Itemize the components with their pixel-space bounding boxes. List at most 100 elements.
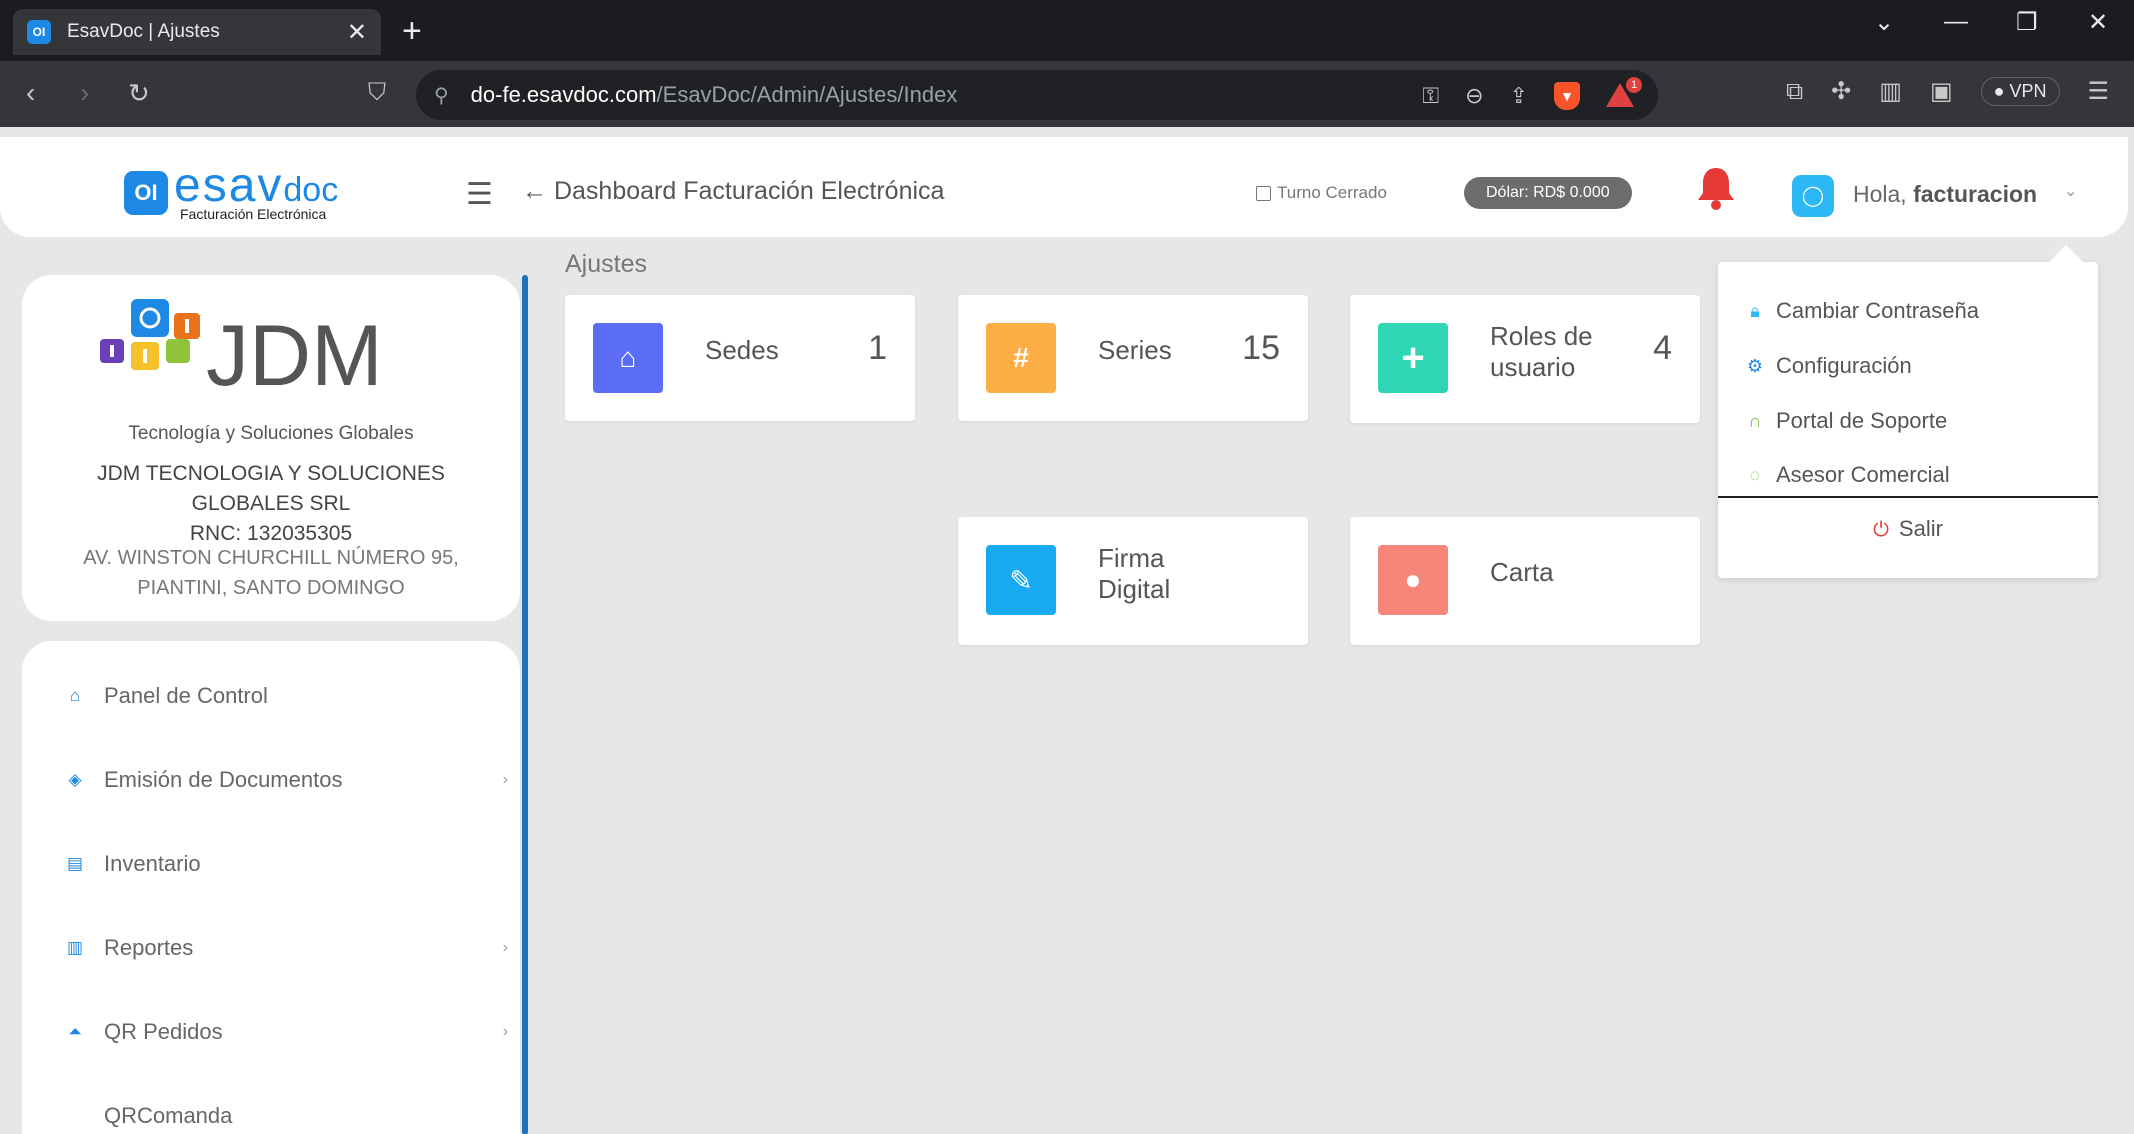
card-label: Firma Digital xyxy=(1098,543,1171,604)
restore-icon[interactable]: ❐ xyxy=(2016,8,2038,37)
back-icon[interactable]: ‹ xyxy=(26,75,35,111)
dashboard-back-link[interactable]: ← Dashboard Facturación Electrónica xyxy=(522,177,944,206)
site-settings-icon[interactable]: ⚲ xyxy=(434,83,449,108)
window-close-icon[interactable]: ✕ xyxy=(2088,8,2108,37)
vpn-button[interactable]: ● VPN xyxy=(1980,77,2060,106)
card-series[interactable]: # Series 15 xyxy=(958,295,1308,421)
card-carta[interactable]: ● Carta xyxy=(1350,517,1700,645)
edit-icon: ✎ xyxy=(986,545,1056,615)
sidebar-item-label: Emisión de Documentos xyxy=(104,767,343,792)
menu-item-label: Portal de Soporte xyxy=(1776,408,1948,433)
key-icon[interactable]: ⚿ xyxy=(1422,83,1439,109)
menu-item-cambiar-contrasena[interactable]: 🔒︎ Cambiar Contraseña xyxy=(1744,298,1979,324)
new-tab-icon[interactable]: + xyxy=(402,14,422,48)
sidebar-item-qrcomanda[interactable]: QRComanda xyxy=(64,1103,508,1129)
menu-item-asesor-comercial[interactable]: ◌ Asesor Comercial xyxy=(1744,462,1950,488)
card-count: 4 xyxy=(1653,329,1672,367)
sidebar-item-reportes[interactable]: ▥ Reportes › xyxy=(64,935,508,961)
power-icon: ⏻ xyxy=(1873,519,1889,541)
sidebar-item-label: Inventario xyxy=(104,851,201,876)
share-icon[interactable]: ⇪ xyxy=(1510,83,1528,109)
chevron-right-icon: › xyxy=(502,771,508,788)
company-rnc: RNC: 132035305 xyxy=(189,522,353,545)
user-avatar-icon[interactable]: ◯ xyxy=(1792,175,1834,217)
jdm-logo-text: JDM xyxy=(206,308,383,404)
browser-tab[interactable]: OI EsavDoc | Ajustes ✕ xyxy=(13,9,381,55)
bar-chart-icon: ▥ xyxy=(66,938,84,957)
list-icon: ▤ xyxy=(66,854,84,873)
card-label: Sedes xyxy=(705,335,779,365)
zoom-out-icon[interactable]: ⊖ xyxy=(1465,83,1483,109)
tab-favicon-icon: OI xyxy=(27,20,51,44)
headset-icon: ∩ xyxy=(1748,410,1762,431)
home-icon: ⌂ xyxy=(69,686,81,705)
forward-icon[interactable]: › xyxy=(80,75,89,111)
sidebar-icon[interactable]: ▥ xyxy=(1879,77,1902,106)
sidebar-menu: ⌂ Panel de Control ◈ Emisión de Document… xyxy=(22,641,520,1134)
sidebar-item-qr-pedidos[interactable]: ⏶ QR Pedidos › xyxy=(64,1019,508,1045)
esavdoc-logo[interactable]: OI esavdoc Facturación Electrónica xyxy=(124,162,339,222)
minimize-icon[interactable]: — xyxy=(1944,8,1968,36)
menu-item-portal-soporte[interactable]: ∩ Portal de Soporte xyxy=(1744,408,1948,434)
wallet-icon[interactable]: ▣ xyxy=(1930,77,1953,106)
reload-icon[interactable]: ↻ xyxy=(128,75,150,111)
extensions-icon[interactable]: ✣ xyxy=(1831,77,1851,106)
translate-icon[interactable]: ⧉ xyxy=(1786,78,1803,106)
menu-icon[interactable]: ☰ xyxy=(2088,77,2110,106)
address-bar[interactable]: ⚲ do-fe.esavdoc.com /EsavDoc/Admin/Ajust… xyxy=(416,70,1658,120)
lock-icon: 🔒︎ xyxy=(1750,300,1760,321)
company-name-text: JDM TECNOLOGIA Y SOLUCIONES GLOBALES SRL xyxy=(97,462,445,515)
logout-button[interactable]: ⏻ Salir xyxy=(1718,516,2098,542)
company-name: JDM TECNOLOGIA Y SOLUCIONES GLOBALES SRL… xyxy=(22,459,520,549)
sidebar-item-emision-documentos[interactable]: ◈ Emisión de Documentos › xyxy=(64,767,508,793)
page-title: Ajustes xyxy=(565,250,647,278)
logo-subtitle: Facturación Electrónica xyxy=(180,206,327,222)
url-path: /EsavDoc/Admin/Ajustes/Index xyxy=(656,82,958,107)
sidebar-item-label: QR Pedidos xyxy=(104,1019,223,1044)
app-header: OI esavdoc Facturación Electrónica ☰ ← D… xyxy=(0,137,2128,237)
sidebar-scrollbar[interactable] xyxy=(522,275,528,1134)
company-tagline: Tecnología y Soluciones Globales xyxy=(128,423,414,444)
chevron-down-icon[interactable]: ⌄ xyxy=(2064,181,2077,201)
chevron-right-icon: › xyxy=(502,939,508,956)
notification-bell-icon[interactable] xyxy=(1696,165,1736,211)
sidebar-item-panel-de-control[interactable]: ⌂ Panel de Control xyxy=(64,683,508,709)
brave-rewards-icon[interactable]: 1 xyxy=(1606,77,1642,109)
logo-esav: esav xyxy=(174,159,284,212)
sidebar-item-label: QRComanda xyxy=(104,1103,233,1128)
fire-icon: ● xyxy=(1378,545,1448,615)
dashboard-title: Dashboard Facturación Electrónica xyxy=(553,177,945,205)
logo-mark: OI xyxy=(124,171,168,215)
company-address: AV. WINSTON CHURCHILL NÚMERO 95, PIANTIN… xyxy=(83,547,459,599)
tab-search-icon[interactable]: ⌄ xyxy=(1874,8,1894,37)
logo-doc: doc xyxy=(283,171,339,209)
sidebar-item-inventario[interactable]: ▤ Inventario xyxy=(64,851,508,877)
brave-shields-icon[interactable]: ▼ xyxy=(1554,82,1580,110)
card-count: 1 xyxy=(868,329,887,367)
menu-item-configuracion[interactable]: ⚙ Configuración xyxy=(1744,353,1912,379)
logout-label: Salir xyxy=(1898,516,1943,541)
gear-icon: ⚙ xyxy=(1746,355,1764,376)
browser-tab-bar: OI EsavDoc | Ajustes ✕ + ⌄ — ❐ ✕ xyxy=(0,0,2134,61)
menu-item-label: Asesor Comercial xyxy=(1776,462,1950,487)
close-tab-icon[interactable]: ✕ xyxy=(347,18,367,47)
menu-item-label: Cambiar Contraseña xyxy=(1776,298,1979,323)
tab-title: EsavDoc | Ajustes xyxy=(67,21,220,42)
dolar-badge: Dólar: RD$ 0.000 xyxy=(1464,177,1632,209)
checkbox-icon[interactable] xyxy=(1256,185,1271,201)
card-count: 15 xyxy=(1242,329,1280,367)
card-roles-usuario[interactable]: + Roles de usuario 4 xyxy=(1350,295,1700,423)
dropdown-arrow xyxy=(2049,245,2083,279)
hamburger-menu-icon[interactable]: ☰ xyxy=(466,177,493,212)
turno-checkbox[interactable]: Turno Cerrado xyxy=(1256,183,1387,203)
dropdown-divider xyxy=(1718,496,2098,498)
whatsapp-icon: ◌ xyxy=(1749,464,1761,485)
card-firma-digital[interactable]: ✎ Firma Digital xyxy=(958,517,1308,645)
bell-service-icon: ⏶ xyxy=(68,1022,82,1041)
turno-label: Turno Cerrado xyxy=(1277,183,1387,202)
arrow-left-icon: ← xyxy=(522,177,547,205)
home-icon: ⌂ xyxy=(593,323,663,393)
card-sedes[interactable]: ⌂ Sedes 1 xyxy=(565,295,915,421)
user-menu-toggle[interactable]: Hola, facturacion xyxy=(1853,181,2037,208)
bookmark-icon[interactable]: ⛉ xyxy=(368,75,386,111)
